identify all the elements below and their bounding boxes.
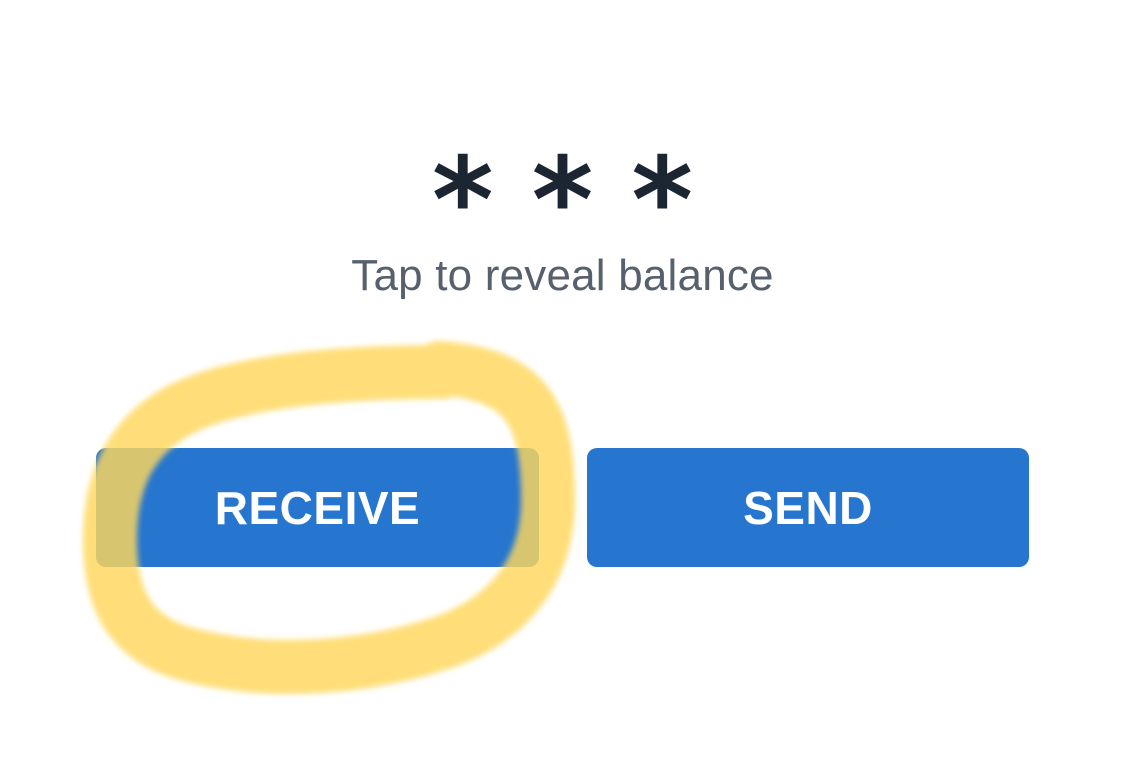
hidden-balance[interactable]: * * * [0,122,1125,269]
receive-button[interactable]: RECEIVE [96,448,539,567]
mask-star: * [631,131,694,269]
highlight-annotation [83,341,575,694]
send-button[interactable]: SEND [587,448,1029,567]
reveal-balance-hint[interactable]: Tap to reveal balance [0,246,1125,306]
mask-star: * [531,131,594,269]
mask-star: * [431,131,494,269]
